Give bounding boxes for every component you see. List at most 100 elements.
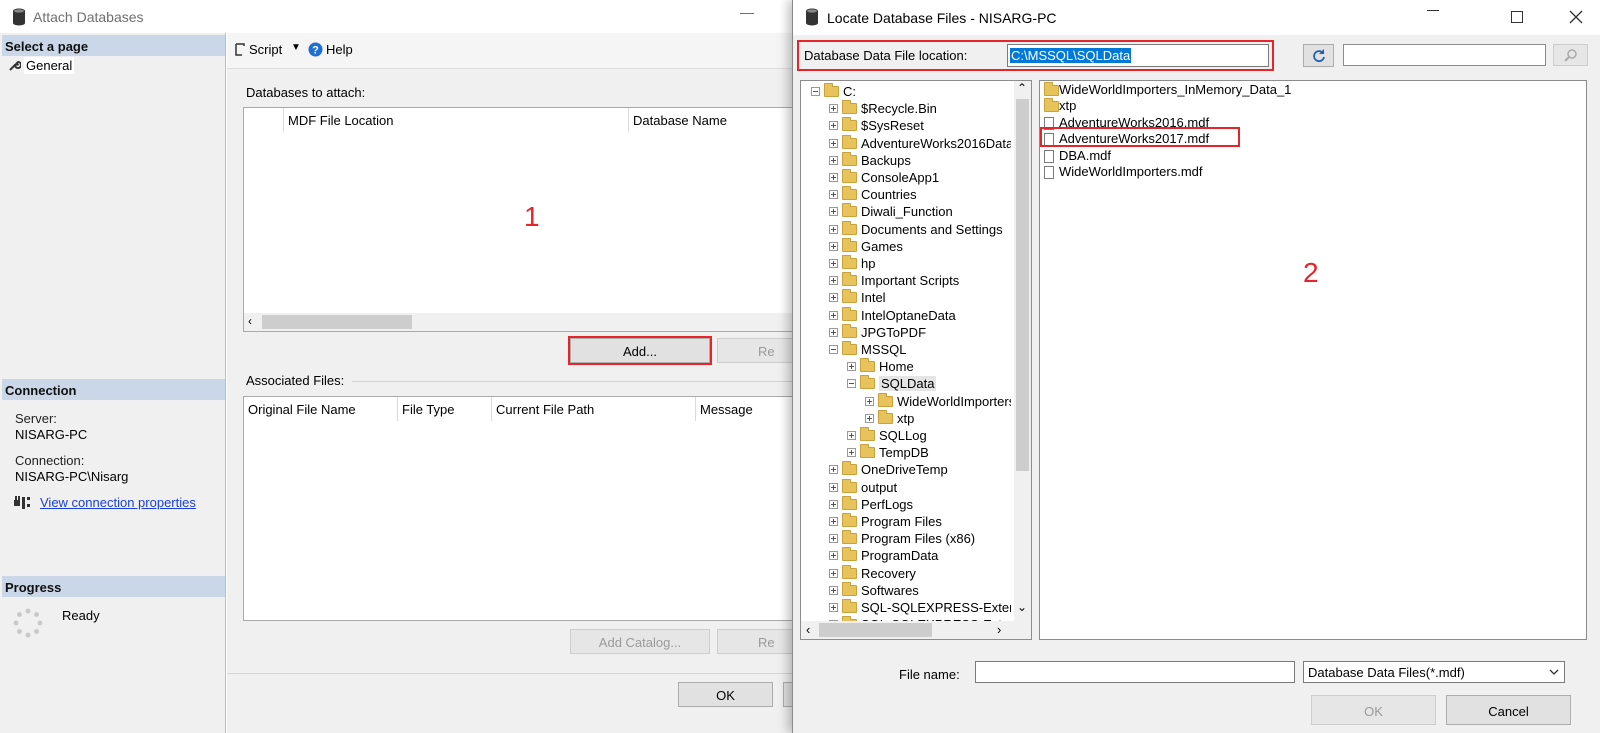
tree-item[interactable]: output	[801, 478, 1011, 496]
tree-h-scrollbar[interactable]: ‹ ›	[801, 621, 1031, 639]
tree-item[interactable]: Recovery	[801, 564, 1011, 582]
help-button[interactable]: Help	[326, 42, 353, 57]
tree-scroll-thumb[interactable]	[1016, 99, 1029, 471]
tree-item[interactable]: Intel	[801, 289, 1011, 306]
col-current-file-path[interactable]: Current File Path	[492, 397, 696, 421]
tree-item[interactable]: Diwali_Function	[801, 203, 1011, 220]
databases-h-scrollbar[interactable]: ‹	[244, 313, 796, 331]
expand-icon[interactable]	[829, 241, 838, 251]
refresh-button[interactable]	[1303, 44, 1334, 67]
tree-item[interactable]: Documents and Settings	[801, 220, 1011, 238]
scroll-thumb[interactable]	[262, 315, 412, 329]
tree-item[interactable]: Home	[801, 358, 1011, 375]
scroll-down-icon[interactable]: ⌄	[1017, 600, 1027, 614]
tree-item[interactable]: C:	[801, 83, 1011, 100]
expand-icon[interactable]	[829, 207, 838, 217]
tree-item[interactable]: hp	[801, 255, 1011, 272]
col-file-type[interactable]: File Type	[398, 397, 492, 421]
expand-icon[interactable]	[829, 499, 838, 509]
tree-item[interactable]: SQLLog	[801, 427, 1011, 444]
expand-icon[interactable]	[829, 327, 838, 337]
ok-button[interactable]: OK	[678, 682, 773, 707]
expand-icon[interactable]	[829, 293, 838, 303]
collapse-icon[interactable]	[847, 379, 856, 389]
add-catalog-button[interactable]: Add Catalog...	[570, 629, 710, 654]
script-dropdown-icon[interactable]: ▼	[291, 42, 301, 53]
expand-icon[interactable]	[829, 603, 838, 612]
expand-icon[interactable]	[829, 155, 838, 165]
tree-item[interactable]: $Recycle.Bin	[801, 100, 1011, 117]
tree-item[interactable]: OneDriveTemp	[801, 461, 1011, 478]
expand-icon[interactable]	[829, 173, 838, 182]
expand-icon[interactable]	[829, 465, 838, 475]
expand-icon[interactable]	[829, 259, 838, 268]
remove-button[interactable]: Re	[717, 338, 795, 363]
tree-item[interactable]: ConsoleApp1	[801, 169, 1011, 186]
tree-item[interactable]: Countries	[801, 186, 1011, 203]
tree-item[interactable]: Program Files	[801, 513, 1011, 530]
search-button[interactable]	[1553, 44, 1588, 66]
tree-item[interactable]: Program Files (x86)	[801, 530, 1011, 547]
expand-icon[interactable]	[865, 413, 874, 423]
minimize-button[interactable]: —	[740, 4, 754, 20]
remove-catalog-button[interactable]: Re	[717, 629, 795, 654]
col-mdf-file-location[interactable]: MDF File Location	[284, 108, 629, 132]
locate-ok-button[interactable]: OK	[1311, 695, 1436, 725]
tree-item[interactable]: PerfLogs	[801, 495, 1011, 513]
expand-icon[interactable]	[829, 585, 838, 595]
expand-icon[interactable]	[829, 104, 838, 114]
expand-icon[interactable]	[829, 534, 838, 544]
close-icon[interactable]	[1569, 10, 1583, 24]
tree-item[interactable]: IntelOptaneData	[801, 306, 1011, 324]
tree-item[interactable]: SQL-SQLEXPRESS-Extens	[801, 599, 1011, 616]
tree-item[interactable]: Backups	[801, 151, 1011, 169]
databases-grid[interactable]: MDF File Location Database Name ‹	[243, 107, 796, 332]
minimize-icon[interactable]	[1427, 10, 1439, 11]
file-list-panel[interactable]: WideWorldImporters_InMemory_Data_1 xtp Adv…	[1039, 80, 1587, 640]
col-database-name[interactable]: Database Name	[629, 108, 796, 132]
tree-item[interactable]: Important Scripts	[801, 272, 1011, 289]
scroll-up-icon[interactable]: ⌃	[1017, 81, 1027, 95]
expand-icon[interactable]	[829, 138, 838, 148]
tree-item[interactable]: Softwares	[801, 581, 1011, 599]
tree-item[interactable]: Games	[801, 237, 1011, 255]
col-message[interactable]: Message	[696, 397, 796, 421]
expand-icon[interactable]	[829, 568, 838, 578]
expand-icon[interactable]	[829, 121, 838, 131]
maximize-icon[interactable]	[1511, 11, 1523, 23]
tree-item[interactable]: $SysReset	[801, 117, 1011, 134]
tree-h-thumb[interactable]	[819, 623, 932, 637]
expand-icon[interactable]	[829, 517, 838, 526]
tree-item[interactable]: TempDB	[801, 444, 1011, 461]
folder-list-item[interactable]: WideWorldImporters_InMemory_Data_1	[1044, 82, 1584, 99]
scroll-right-icon[interactable]: ›	[997, 622, 1001, 637]
col-original-file-name[interactable]: Original File Name	[244, 397, 398, 421]
tree-item[interactable]: JPGToPDF	[801, 323, 1011, 341]
expand-icon[interactable]	[865, 396, 874, 406]
file-type-select[interactable]: Database Data Files(*.mdf)	[1303, 661, 1565, 683]
search-input[interactable]	[1343, 44, 1546, 66]
folder-list-item[interactable]: xtp	[1044, 98, 1584, 115]
tree-item[interactable]: xtp	[801, 409, 1011, 427]
tree-item[interactable]: ProgramData	[801, 547, 1011, 564]
file-name-input[interactable]	[975, 661, 1295, 683]
scroll-left-icon[interactable]: ‹	[806, 622, 810, 637]
scroll-left-icon[interactable]: ‹	[248, 314, 252, 328]
locate-cancel-button[interactable]: Cancel	[1446, 695, 1571, 725]
expand-icon[interactable]	[829, 551, 838, 561]
folder-tree-panel[interactable]: C: $Recycle.Bin $SysReset AdventureWorks201…	[800, 80, 1032, 640]
script-button[interactable]: Script	[249, 42, 282, 57]
tree-item[interactable]: WideWorldImporters	[801, 392, 1011, 410]
expand-icon[interactable]	[847, 362, 856, 372]
collapse-icon[interactable]	[811, 87, 820, 96]
expand-icon[interactable]	[829, 276, 838, 286]
expand-icon[interactable]	[829, 190, 838, 200]
tree-item[interactable]: AdventureWorks2016Datal	[801, 134, 1011, 152]
tree-v-scrollbar[interactable]: ⌃ ⌄	[1014, 81, 1031, 621]
collapse-icon[interactable]	[829, 345, 838, 354]
expand-icon[interactable]	[847, 448, 856, 458]
expand-icon[interactable]	[829, 224, 838, 234]
expand-icon[interactable]	[829, 310, 838, 320]
file-list-item[interactable]: WideWorldImporters.mdf	[1044, 164, 1584, 181]
view-connection-properties-link[interactable]: View connection properties	[40, 495, 196, 510]
